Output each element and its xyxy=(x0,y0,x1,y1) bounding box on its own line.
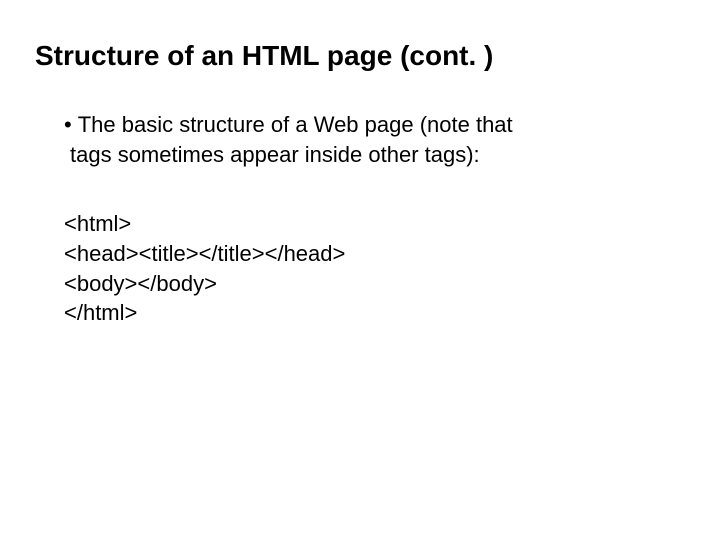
code-line-3: <body></body> xyxy=(64,269,680,299)
bullet-item: • The basic structure of a Web page (not… xyxy=(64,110,680,140)
code-example: <html> <head><title></title></head> <bod… xyxy=(64,209,680,328)
bullet-text-line1: The basic structure of a Web page (note … xyxy=(78,110,680,140)
slide-title: Structure of an HTML page (cont. ) xyxy=(35,40,680,72)
code-line-4: </html> xyxy=(64,298,680,328)
code-line-1: <html> xyxy=(64,209,680,239)
bullet-marker: • xyxy=(64,110,72,140)
code-line-2: <head><title></title></head> xyxy=(64,239,680,269)
bullet-text-line2: tags sometimes appear inside other tags)… xyxy=(70,140,680,170)
bullet-section: • The basic structure of a Web page (not… xyxy=(64,110,680,169)
